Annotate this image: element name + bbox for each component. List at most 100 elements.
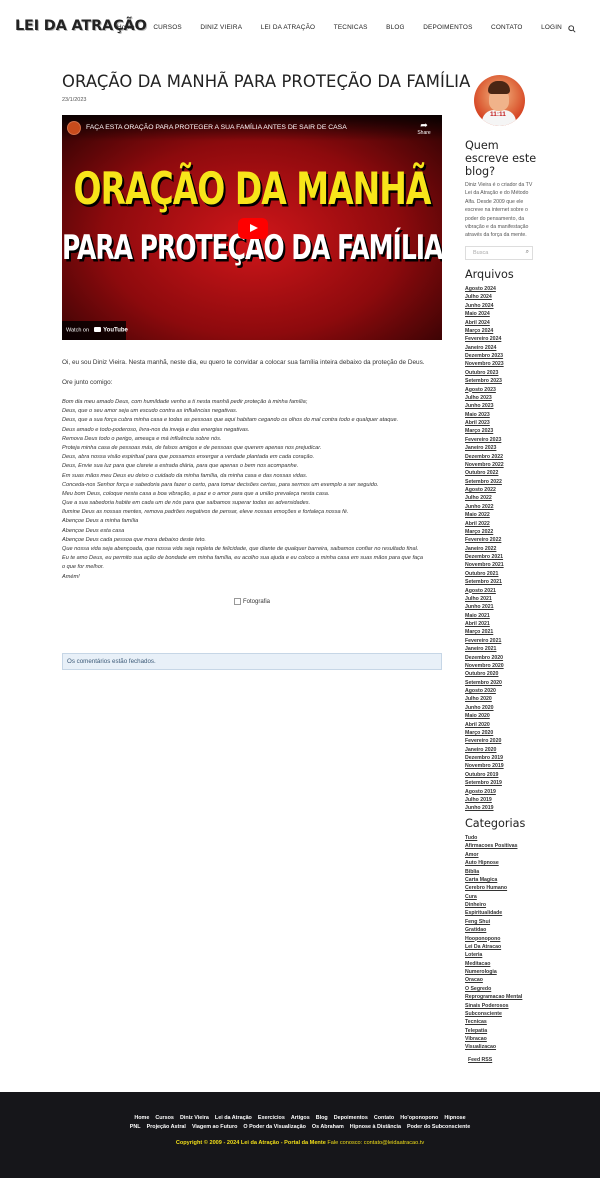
video-title[interactable]: FAÇA ESTA ORAÇÃO PARA PROTEGER A SUA FAM… [86,124,347,131]
footer-nav-link[interactable]: Viagem ao Futuro [192,1124,237,1130]
archive-link[interactable]: Dezembro 2021 [465,553,535,561]
archive-link[interactable]: Maio 2021 [465,612,535,620]
category-link[interactable]: Sinais Poderosos [465,1002,535,1010]
footer-nav-link[interactable]: Cursos [155,1115,174,1121]
archive-link[interactable]: Julho 2022 [465,494,535,502]
archive-link[interactable]: Setembro 2019 [465,779,535,787]
category-link[interactable]: Hooponopono [465,935,535,943]
archive-link[interactable]: Junho 2019 [465,804,535,812]
footer-nav-link[interactable]: Home [134,1115,149,1121]
footer-nav-link[interactable]: O Poder da Visualização [243,1124,306,1130]
archive-link[interactable]: Março 2024 [465,327,535,335]
archive-link[interactable]: Julho 2021 [465,595,535,603]
archive-link[interactable]: Abril 2020 [465,721,535,729]
archive-link[interactable]: Outubro 2019 [465,771,535,779]
watch-on-youtube-button[interactable]: Watch on YouTube [62,321,128,340]
category-link[interactable]: Vibracao [465,1035,535,1043]
category-link[interactable]: Reprogramacao Mental [465,993,535,1001]
archive-link[interactable]: Janeiro 2021 [465,645,535,653]
archive-link[interactable]: Junho 2022 [465,503,535,511]
category-link[interactable]: Afirmacoes Positivas [465,842,535,850]
archive-link[interactable]: Fevereiro 2023 [465,436,535,444]
archive-link[interactable]: Agosto 2021 [465,587,535,595]
archive-link[interactable]: Fevereiro 2020 [465,737,535,745]
archive-link[interactable]: Abril 2024 [465,319,535,327]
archive-link[interactable]: Fevereiro 2022 [465,536,535,544]
category-link[interactable]: Tudo [465,834,535,842]
archive-link[interactable]: Fevereiro 2024 [465,335,535,343]
archive-link[interactable]: Outubro 2023 [465,369,535,377]
archive-link[interactable]: Julho 2023 [465,394,535,402]
play-button[interactable] [238,218,268,239]
channel-avatar[interactable] [67,121,81,135]
archive-link[interactable]: Setembro 2022 [465,478,535,486]
archive-link[interactable]: Novembro 2019 [465,762,535,770]
archive-link[interactable]: Maio 2020 [465,712,535,720]
archive-link[interactable]: Maio 2022 [465,511,535,519]
footer-nav-link[interactable]: Blog [316,1115,328,1121]
archive-link[interactable]: Abril 2021 [465,620,535,628]
search-icon[interactable]: ⌕ [526,249,529,256]
footer-nav-link[interactable]: Exercícios [258,1115,285,1121]
category-link[interactable]: Espiritualidade [465,909,535,917]
category-link[interactable]: Auto Hipnose [465,859,535,867]
search-icon[interactable] [568,25,576,33]
footer-nav-link[interactable]: Diniz Vieira [180,1115,209,1121]
category-link[interactable]: O Segredo [465,985,535,993]
archive-link[interactable]: Fevereiro 2021 [465,637,535,645]
youtube-video-embed[interactable]: FAÇA ESTA ORAÇÃO PARA PROTEGER A SUA FAM… [62,115,442,340]
category-link[interactable]: Tecnicas [465,1018,535,1026]
archive-link[interactable]: Agosto 2019 [465,788,535,796]
archive-link[interactable]: Janeiro 2020 [465,746,535,754]
footer-nav-link[interactable]: Contato [374,1115,394,1121]
footer-nav-link[interactable]: Depoimentos [334,1115,368,1121]
category-link[interactable]: Numerologia [465,968,535,976]
archive-link[interactable]: Março 2021 [465,628,535,636]
archive-link[interactable]: Junho 2024 [465,302,535,310]
category-link[interactable]: Cura [465,893,535,901]
archive-link[interactable]: Agosto 2020 [465,687,535,695]
nav-login[interactable]: LOGIN [541,24,562,31]
archive-link[interactable]: Julho 2024 [465,293,535,301]
archive-link[interactable]: Maio 2023 [465,411,535,419]
nav-lei-da-atracao[interactable]: LEI DA ATRAÇÃO [261,24,316,31]
archive-link[interactable]: Outubro 2022 [465,469,535,477]
nav-tecnicas[interactable]: TECNICAS [334,24,368,31]
nav-contato[interactable]: CONTATO [491,24,523,31]
category-link[interactable]: Cerebro Humano [465,884,535,892]
category-link[interactable]: Carta Magica [465,876,535,884]
archive-link[interactable]: Abril 2022 [465,520,535,528]
archive-link[interactable]: Março 2022 [465,528,535,536]
archive-link[interactable]: Junho 2021 [465,603,535,611]
category-link[interactable]: Meditacao [465,960,535,968]
archive-link[interactable]: Janeiro 2022 [465,545,535,553]
archive-link[interactable]: Agosto 2022 [465,486,535,494]
category-link[interactable]: Biblia [465,868,535,876]
archive-link[interactable]: Setembro 2020 [465,679,535,687]
archive-link[interactable]: Junho 2023 [465,402,535,410]
archive-link[interactable]: Dezembro 2023 [465,352,535,360]
share-button[interactable]: ➦ Share [416,121,432,137]
category-link[interactable]: Loteria [465,951,535,959]
nav-blog[interactable]: BLOG [386,24,405,31]
footer-nav-link[interactable]: Poder do Subconsciente [407,1124,470,1130]
footer-nav-link[interactable]: Artigos [291,1115,310,1121]
archive-link[interactable]: Dezembro 2020 [465,654,535,662]
archive-link[interactable]: Julho 2019 [465,796,535,804]
archive-link[interactable]: Março 2023 [465,427,535,435]
category-link[interactable]: Telepatia [465,1027,535,1035]
category-link[interactable]: Amor [465,851,535,859]
archive-link[interactable]: Maio 2024 [465,310,535,318]
archive-link[interactable]: Outubro 2021 [465,570,535,578]
archive-link[interactable]: Novembro 2021 [465,561,535,569]
archive-link[interactable]: Setembro 2021 [465,578,535,586]
archive-link[interactable]: Novembro 2023 [465,360,535,368]
archive-link[interactable]: Agosto 2023 [465,386,535,394]
archive-link[interactable]: Novembro 2022 [465,461,535,469]
footer-nav-link[interactable]: Lei da Atração [215,1115,252,1121]
archive-link[interactable]: Abril 2023 [465,419,535,427]
nav-cursos[interactable]: CURSOS [153,24,182,31]
footer-nav-link[interactable]: Os Abraham [312,1124,344,1130]
archive-link[interactable]: Agosto 2024 [465,285,535,293]
category-link[interactable]: Lei Da Atracao [465,943,535,951]
